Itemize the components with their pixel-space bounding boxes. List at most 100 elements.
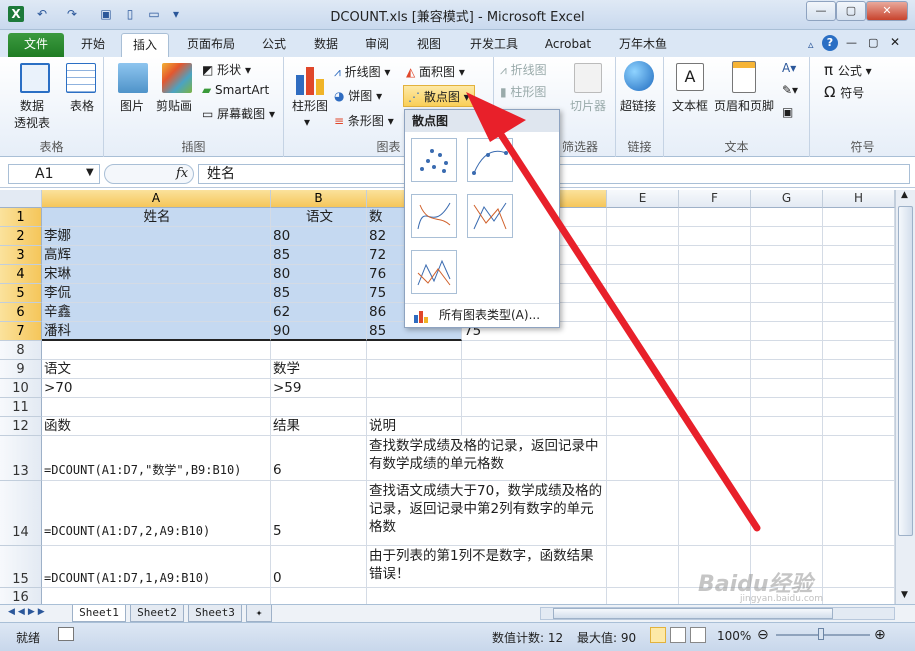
cell-e9[interactable] <box>607 360 679 379</box>
tab-formulas[interactable]: 公式 <box>252 33 296 57</box>
cell-e13[interactable] <box>607 436 679 481</box>
scatter-straight-lines-option[interactable] <box>411 250 457 294</box>
object-icon[interactable]: ▣ <box>782 105 793 119</box>
cell-h10[interactable] <box>823 379 895 398</box>
pivot-table-label[interactable]: 透视表 <box>14 114 50 131</box>
undo-icon[interactable]: ↶ <box>34 6 50 22</box>
cell-h3[interactable] <box>823 246 895 265</box>
cell-d13[interactable] <box>462 436 607 481</box>
new-file-icon[interactable]: ▯ <box>122 6 138 22</box>
tab-review[interactable]: 审阅 <box>355 33 399 57</box>
tab-wannian[interactable]: 万年木鱼 <box>610 33 676 57</box>
page-layout-view-icon[interactable] <box>670 627 686 643</box>
tab-file[interactable]: 文件 <box>8 33 64 57</box>
cell-g11[interactable] <box>751 398 823 417</box>
cell-h2[interactable] <box>823 227 895 246</box>
row-header-6[interactable]: 6 <box>0 303 42 322</box>
cell-f3[interactable] <box>679 246 751 265</box>
cell-a14[interactable]: =DCOUNT(A1:D7,2,A9:B10) <box>42 481 271 546</box>
textbox-button[interactable]: 文本框 <box>672 97 708 114</box>
cell-c8[interactable] <box>367 341 462 360</box>
cell-b10[interactable]: >59 <box>271 379 367 398</box>
cell-g14[interactable] <box>751 481 823 546</box>
new-sheet-icon[interactable]: ✦ <box>246 605 272 622</box>
page-break-view-icon[interactable] <box>690 627 706 643</box>
save-icon[interactable]: ▣ <box>98 6 114 22</box>
cell-g3[interactable] <box>751 246 823 265</box>
scatter-smooth-lines-option[interactable] <box>411 194 457 238</box>
cell-h8[interactable] <box>823 341 895 360</box>
sparkline-line-button[interactable]: ⩘ 折线图 <box>500 61 547 78</box>
tab-home[interactable]: 开始 <box>66 33 120 57</box>
cell-d9[interactable] <box>462 360 607 379</box>
cell-e10[interactable] <box>607 379 679 398</box>
pie-chart-button[interactable]: ◕ 饼图 ▾ <box>334 87 382 104</box>
cell-e5[interactable] <box>607 284 679 303</box>
row-header-11[interactable]: 11 <box>0 398 42 417</box>
cell-f9[interactable] <box>679 360 751 379</box>
cell-a11[interactable] <box>42 398 271 417</box>
sheet-tab-2[interactable]: Sheet2 <box>130 605 184 622</box>
scatter-smooth-markers-option[interactable] <box>467 138 513 182</box>
row-header-8[interactable]: 8 <box>0 341 42 360</box>
cell-f2[interactable] <box>679 227 751 246</box>
cell-c10[interactable] <box>367 379 462 398</box>
cell-b1[interactable]: 语文 <box>271 208 367 227</box>
cell-b9[interactable]: 数学 <box>271 360 367 379</box>
help-icon[interactable]: ? <box>822 35 838 51</box>
wordart-icon[interactable]: A▾ <box>782 61 796 75</box>
column-chart-button[interactable]: 柱形图 <box>292 97 328 114</box>
signature-icon[interactable]: ✎▾ <box>782 83 798 97</box>
cell-b15[interactable]: 0 <box>271 546 367 588</box>
all-chart-types-option[interactable]: 所有图表类型(A)... <box>405 303 559 327</box>
cell-f8[interactable] <box>679 341 751 360</box>
hyperlink-button[interactable]: 超链接 <box>620 97 656 114</box>
cell-e12[interactable] <box>607 417 679 436</box>
cell-b12[interactable]: 结果 <box>271 417 367 436</box>
row-header-7[interactable]: 7 <box>0 322 42 341</box>
cell-g10[interactable] <box>751 379 823 398</box>
cell-g2[interactable] <box>751 227 823 246</box>
row-header-12[interactable]: 12 <box>0 417 42 436</box>
row-header-3[interactable]: 3 <box>0 246 42 265</box>
cell-c12[interactable]: 说明 <box>367 417 462 436</box>
cell-h1[interactable] <box>823 208 895 227</box>
cell-h6[interactable] <box>823 303 895 322</box>
vertical-scroll-thumb[interactable] <box>898 206 913 536</box>
slicer-button[interactable]: 切片器 <box>570 97 606 114</box>
column-chart-dropdown[interactable]: ▾ <box>304 115 310 129</box>
name-box-dropdown-icon[interactable]: ▼ <box>86 167 94 178</box>
cell-a3[interactable]: 高辉 <box>42 246 271 265</box>
symbol-button[interactable]: Ω 符号 <box>824 83 864 101</box>
cell-g7[interactable] <box>751 322 823 341</box>
cell-d12[interactable] <box>462 417 607 436</box>
row-header-13[interactable]: 13 <box>0 436 42 481</box>
cell-d11[interactable] <box>462 398 607 417</box>
cell-g6[interactable] <box>751 303 823 322</box>
open-folder-icon[interactable]: ▭ <box>146 6 162 22</box>
vertical-scrollbar[interactable]: ▲ ▼ <box>895 190 915 604</box>
scatter-markers-only-option[interactable] <box>411 138 457 182</box>
cell-b13[interactable]: 6 <box>271 436 367 481</box>
cell-e15[interactable] <box>607 546 679 588</box>
cell-f1[interactable] <box>679 208 751 227</box>
cell-a2[interactable]: 李娜 <box>42 227 271 246</box>
row-header-9[interactable]: 9 <box>0 360 42 379</box>
insert-function-button[interactable]: fx <box>176 166 188 181</box>
cell-d15[interactable] <box>462 546 607 588</box>
zoom-slider-handle[interactable] <box>818 628 824 640</box>
cell-g1[interactable] <box>751 208 823 227</box>
sparkline-column-button[interactable]: ▮ 柱形图 <box>500 83 546 100</box>
cell-b8[interactable] <box>271 341 367 360</box>
macro-record-icon[interactable] <box>58 627 74 641</box>
cell-h11[interactable] <box>823 398 895 417</box>
cell-f6[interactable] <box>679 303 751 322</box>
table-button[interactable]: 表格 <box>70 97 94 114</box>
cell-a9[interactable]: 语文 <box>42 360 271 379</box>
minimize-button[interactable]: — <box>806 1 836 21</box>
scatter-straight-markers-option[interactable] <box>467 194 513 238</box>
cell-b11[interactable] <box>271 398 367 417</box>
cell-e14[interactable] <box>607 481 679 546</box>
collapse-ribbon-icon[interactable]: ▵ <box>808 38 814 51</box>
customize-qat-icon[interactable]: ▾ <box>168 6 184 22</box>
